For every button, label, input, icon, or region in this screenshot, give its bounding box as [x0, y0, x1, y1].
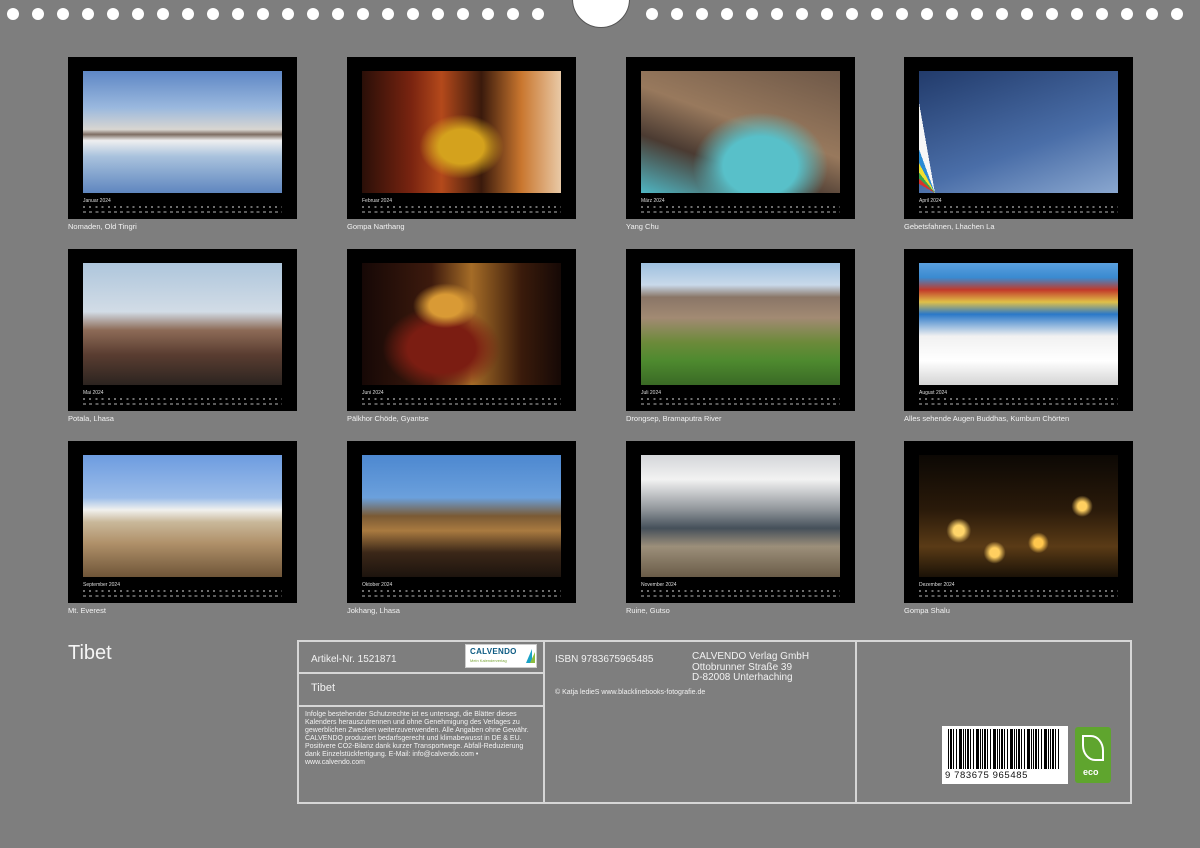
photo-butter-lamps — [919, 455, 1118, 577]
month-label: Juli 2024 — [641, 390, 662, 396]
photo-nomads — [83, 71, 282, 193]
month-tile-march: März 2024 Yang Chu — [626, 57, 855, 231]
photo-caption: Gompa Shalu — [904, 606, 950, 615]
photo-prayer-flags — [919, 71, 1118, 193]
month-label: Juni 2024 — [362, 390, 384, 396]
photo-caption: Alles sehende Augen Buddhas, Kumbum Chör… — [904, 414, 1070, 423]
photo-caption: Nomaden, Old Tingri — [68, 222, 137, 231]
month-label: Mai 2024 — [83, 390, 104, 396]
month-tile-december: Dezember 2024 Gompa Shalu — [904, 441, 1133, 615]
calendar-title: Tibet — [68, 642, 112, 664]
isbn: ISBN 9783675965485 — [555, 654, 654, 665]
publisher-name: CALVENDO Verlag GmbH — [692, 651, 810, 662]
month-label: Januar 2024 — [83, 198, 111, 204]
month-label: September 2024 — [83, 582, 120, 588]
photo-caption: Drongsep, Bramaputra River — [626, 414, 722, 423]
publisher-address: CALVENDO Verlag GmbH Ottobrunner Straße … — [692, 651, 810, 684]
month-label: Dezember 2024 — [919, 582, 955, 588]
photo-caption: Mt. Everest — [68, 606, 106, 615]
photo-caption: Yang Chu — [626, 222, 659, 231]
photo-caption: Gompa Narthang — [347, 222, 405, 231]
photo-caption: Potala, Lhasa — [68, 414, 114, 423]
month-tile-may: Mai 2024 Potala, Lhasa — [68, 249, 297, 423]
month-label: März 2024 — [641, 198, 665, 204]
eco-label: eco — [1083, 767, 1099, 777]
month-label: Februar 2024 — [362, 198, 393, 204]
photo-palkhor-chode — [362, 263, 561, 385]
publisher-city: D-82008 Unterhaching — [692, 672, 793, 683]
photo-drongsep — [641, 263, 840, 385]
logo-brand: CALVENDO — [470, 647, 517, 656]
info-box: Artikel-Nr. 1521871 CALVENDO Mein Kalend… — [297, 640, 1132, 804]
month-tile-august: August 2024 Alles sehende Augen Buddhas,… — [904, 249, 1133, 423]
photo-copyright: © Katja ledieS www.blacklinebooks-fotogr… — [555, 689, 706, 696]
product-title: Tibet — [311, 682, 336, 694]
legal-notice: Infolge bestehender Schutzrechte ist es … — [305, 711, 529, 766]
month-label: Oktober 2024 — [362, 582, 393, 588]
hanger-cutout — [572, 0, 630, 28]
photo-yang-chu — [641, 71, 840, 193]
photo-ruin-gutso — [641, 455, 840, 577]
month-label: August 2024 — [919, 390, 948, 396]
month-tile-april: April 2024 Gebetsfahnen, Lhachen La — [904, 57, 1133, 231]
month-tile-january: Januar 2024 Nomaden, Old Tingri — [68, 57, 297, 231]
binding-holes-right — [646, 8, 1183, 20]
month-label: November 2024 — [641, 582, 677, 588]
month-label: April 2024 — [919, 198, 942, 204]
month-tile-november: November 2024 Ruine, Gutso — [626, 441, 855, 615]
month-tile-september: September 2024 Mt. Everest — [68, 441, 297, 615]
month-tile-june: Juni 2024 Pälkhor Chöde, Gyantse — [347, 249, 576, 423]
photo-caption: Jokhang, Lhasa — [347, 606, 400, 615]
leaf-icon — [1082, 735, 1104, 761]
month-tile-july: Juli 2024 Drongsep, Bramaputra River — [626, 249, 855, 423]
month-tile-october: Oktober 2024 Jokhang, Lhasa — [347, 441, 576, 615]
photo-jokhang — [362, 455, 561, 577]
photo-caption: Pälkhor Chöde, Gyantse — [347, 414, 429, 423]
photo-caption: Gebetsfahnen, Lhachen La — [904, 222, 995, 231]
month-tile-february: Februar 2024 Gompa Narthang — [347, 57, 576, 231]
article-number: Artikel-Nr. 1521871 — [311, 654, 397, 665]
logo-tagline: Mein Kalenderverlag — [470, 658, 507, 663]
calvendo-logo: CALVENDO Mein Kalenderverlag — [465, 644, 537, 668]
barcode-digits: 9 783675 965485 — [945, 770, 1028, 781]
barcode-bars — [948, 729, 1060, 769]
photo-everest — [83, 455, 282, 577]
photo-buddha-eyes — [919, 263, 1118, 385]
photo-potala — [83, 263, 282, 385]
eco-badge: eco — [1075, 727, 1111, 783]
barcode: 9 783675 965485 — [942, 726, 1068, 784]
photo-caption: Ruine, Gutso — [626, 606, 670, 615]
binding-holes-left — [7, 8, 544, 20]
photo-gompa-narthang — [362, 71, 561, 193]
